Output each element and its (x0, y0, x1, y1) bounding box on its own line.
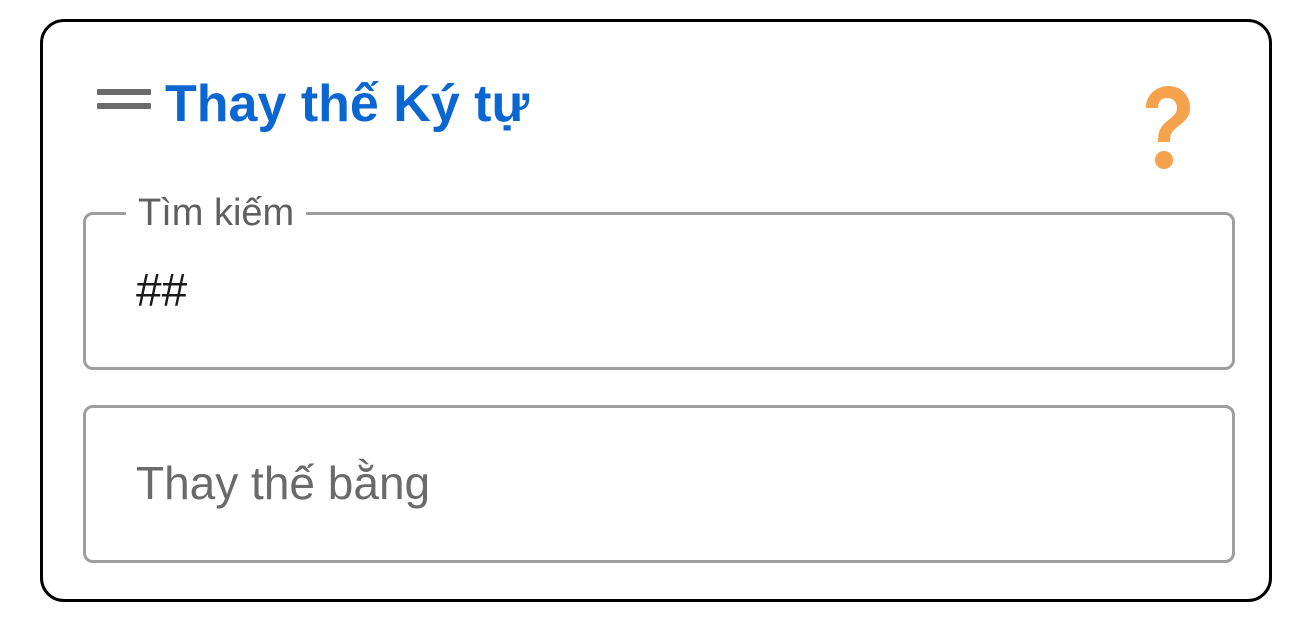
drag-handle-icon[interactable] (97, 89, 151, 114)
replace-input[interactable] (136, 448, 1176, 518)
question-mark-icon[interactable] (1136, 84, 1196, 174)
search-input[interactable] (136, 255, 1176, 325)
replace-characters-dialog: Thay thế Ký tự Tìm kiếm (40, 19, 1272, 602)
search-field[interactable]: Tìm kiếm (83, 189, 1235, 370)
replace-field[interactable] (83, 405, 1235, 563)
search-field-label: Tìm kiếm (126, 189, 307, 237)
dialog-title: Thay thế Ký tự (165, 75, 530, 133)
